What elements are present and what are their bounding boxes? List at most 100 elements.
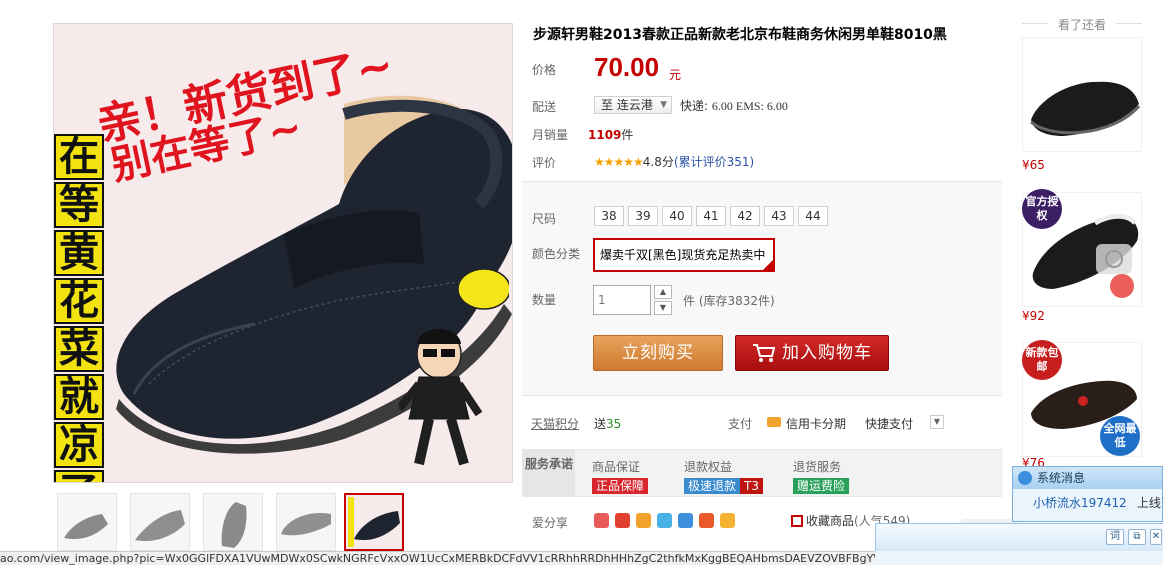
size-option[interactable]: 42: [730, 206, 760, 226]
cart-icon: [753, 344, 776, 362]
quantity-input[interactable]: 1: [593, 285, 651, 315]
thumbnail-5-active[interactable]: [344, 493, 404, 551]
thumbnail-4[interactable]: [276, 493, 336, 551]
points-label[interactable]: 天猫积分: [531, 415, 579, 432]
color-label: 颜色分类: [532, 247, 581, 261]
delivery-destination-select[interactable]: 至 连云港 ▼: [594, 96, 672, 114]
size-label: 尺码: [532, 212, 557, 226]
system-message-title: 系统消息: [1037, 471, 1086, 485]
vertical-char: 就: [54, 374, 104, 420]
vertical-char: 花: [54, 278, 104, 324]
add-to-cart-button[interactable]: 加入购物车: [735, 335, 889, 371]
official-badge: 官方授权: [1022, 189, 1062, 229]
service-column: 退货服务 赠运费险: [793, 458, 850, 494]
favorite-icon: [791, 515, 803, 527]
service-promise: 服务承诺 商品保证 正品保障 退款权益 极速退款 T3 退货服务 赠运费险: [522, 449, 1002, 497]
lowest-price-badge: 全网最低: [1100, 416, 1140, 456]
payment-label: 支付: [728, 417, 753, 431]
buy-now-button[interactable]: 立刻购买: [593, 335, 723, 371]
vertical-char: 等: [54, 182, 104, 228]
new-freeship-badge: 新款包邮: [1022, 340, 1062, 380]
size-option[interactable]: 39: [628, 206, 658, 226]
service-tag-t3: T3: [740, 478, 763, 494]
qq-toolbar: 词 ⧉ ✕: [875, 523, 1163, 551]
share-label: 爱分享: [532, 516, 569, 530]
cartoon-figure: [399, 269, 509, 466]
points-prefix: 送: [594, 417, 607, 431]
payment-dropdown-button[interactable]: ▼: [930, 415, 944, 429]
sales-label: 月销量: [532, 128, 569, 142]
shipping-fee-values: 6.00 EMS: 6.00: [711, 99, 788, 113]
stock-info: 件 (库存3832件): [683, 294, 775, 308]
star-rating-icon: ★★★★★: [594, 155, 644, 169]
chevron-down-icon: ▼: [660, 100, 667, 110]
price-value: 70.00: [594, 52, 660, 82]
share-weibo-icon[interactable]: [615, 513, 630, 528]
service-title: 商品保证: [592, 460, 641, 474]
points-value: 35: [606, 417, 622, 431]
price-label: 价格: [532, 63, 557, 77]
size-option[interactable]: 43: [764, 206, 794, 226]
size-option[interactable]: 38: [594, 206, 624, 226]
image-search-icon[interactable]: [1092, 238, 1136, 298]
thumbnail-1[interactable]: [57, 493, 117, 551]
qq-window-button[interactable]: ⧉: [1128, 529, 1146, 545]
service-tag-return-insurance[interactable]: 赠运费险: [793, 478, 850, 494]
vertical-promo-text: 在 等 黄 花 菜 就 凉 了: [54, 134, 104, 482]
rating-info: ★★★★★4.8分(累计评价351): [594, 153, 754, 170]
review-count-link[interactable]: (累计评价351): [674, 155, 754, 169]
credit-installment-link[interactable]: 信用卡分期: [786, 415, 846, 432]
quantity-decrease-button[interactable]: ▼: [654, 301, 672, 315]
points-info: 送35: [594, 415, 621, 432]
vertical-char: 凉: [54, 422, 104, 468]
sales-count: 1109: [588, 128, 622, 142]
system-message-body: 小桥流水197412 上线了: [1013, 489, 1163, 517]
share-douban-icon[interactable]: [699, 513, 714, 528]
rail-price: ¥65: [1022, 158, 1045, 172]
favorite-label: 收藏商品: [806, 514, 855, 528]
thumbnail-3[interactable]: [203, 493, 263, 551]
qq-icon: [1018, 471, 1032, 485]
quantity-label: 数量: [532, 293, 557, 307]
product-title: 步源轩男鞋2013春款正品新款老北京布鞋商务休闲男单鞋8010黑: [533, 27, 947, 43]
quantity-increase-button[interactable]: ▲: [654, 285, 672, 299]
delivery-destination-text: 至 连云港: [601, 98, 653, 112]
sales-info: 1109件: [588, 126, 633, 143]
share-renren-icon[interactable]: [657, 513, 672, 528]
qq-toolbar-button[interactable]: 词: [1106, 529, 1124, 545]
quick-pay-link[interactable]: 快捷支付: [865, 415, 913, 432]
service-column: 退款权益 极速退款 T3: [684, 458, 763, 494]
vertical-char: 了: [54, 470, 104, 482]
size-options: 38 39 40 41 42 43 44: [594, 206, 832, 226]
vertical-char: 在: [54, 134, 104, 180]
price-unit: 元: [669, 68, 682, 82]
thumbnail-2[interactable]: [130, 493, 190, 551]
service-tag-fast-refund[interactable]: 极速退款: [684, 478, 741, 494]
share-kaixin-icon[interactable]: [678, 513, 693, 528]
message-sender-link[interactable]: 小桥流水197412: [1033, 496, 1127, 510]
vertical-char: 菜: [54, 326, 104, 372]
qq-close-button[interactable]: ✕: [1150, 529, 1162, 545]
service-column: 商品保证 正品保障: [592, 458, 649, 494]
service-title: 退款权益: [684, 460, 733, 474]
message-action: 上线了: [1136, 496, 1163, 510]
color-option-text: 爆卖千双[黑色]现货充足热卖中: [600, 248, 766, 262]
service-head: 服务承诺: [523, 450, 575, 496]
size-option[interactable]: 41: [696, 206, 726, 226]
service-title: 退货服务: [793, 460, 842, 474]
color-option-selected[interactable]: 爆卖千双[黑色]现货充足热卖中: [593, 238, 775, 272]
rail-price: ¥92: [1022, 309, 1045, 323]
main-product-image[interactable]: 亲！新货到了~ 别在等了~ 在 等 黄 花 菜 就 凉 了: [53, 23, 513, 483]
share-qzone-icon[interactable]: [594, 513, 609, 528]
service-tag-genuine[interactable]: 正品保障: [592, 478, 649, 494]
system-message-popup[interactable]: 系统消息 小桥流水197412 上线了: [1012, 466, 1163, 522]
rail-product-1[interactable]: [1022, 37, 1142, 152]
share-more-icon[interactable]: [720, 513, 735, 528]
add-to-cart-label: 加入购物车: [782, 343, 872, 363]
size-option[interactable]: 40: [662, 206, 692, 226]
share-qqweibo-icon[interactable]: [636, 513, 651, 528]
status-bar-right: [875, 551, 1163, 565]
rail-heading: 看了还看: [1022, 16, 1142, 33]
browser-status-bar: ao.com/view_image.php?pic=Wx0GGlFDXA1VUw…: [0, 551, 875, 565]
size-option[interactable]: 44: [798, 206, 828, 226]
